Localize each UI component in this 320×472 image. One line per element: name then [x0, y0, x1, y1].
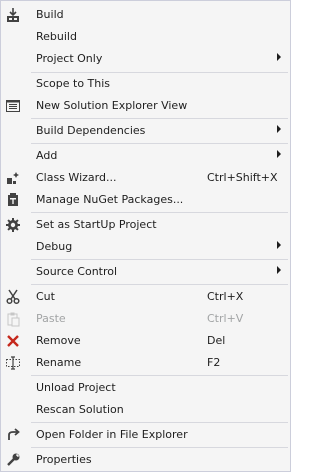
- menu-item-shortcut: Ctrl+V: [207, 312, 244, 325]
- submenu-arrow-icon: [277, 266, 281, 274]
- remove-x-icon: [5, 333, 21, 349]
- menu-item-label: Rename: [36, 356, 82, 369]
- menu-item-shortcut: Ctrl+X: [207, 290, 244, 303]
- build-icon: [5, 7, 21, 23]
- menu-item-label: Remove: [36, 334, 81, 347]
- menu-item-rescan-solution[interactable]: Rescan Solution: [1, 399, 290, 421]
- scissors-icon: [5, 289, 21, 305]
- menu-item-properties[interactable]: Properties: [1, 449, 290, 471]
- menu-item-label: Build Dependencies: [36, 124, 146, 137]
- new-solution-explorer-view-icon: [5, 98, 21, 114]
- menu-item-build-dependencies[interactable]: Build Dependencies: [1, 120, 290, 142]
- separator: [31, 143, 288, 144]
- menu-item-cut[interactable]: Cut Ctrl+X: [1, 286, 290, 308]
- menu-item-label: Rebuild: [36, 30, 77, 43]
- menu-item-paste: Paste Ctrl+V: [1, 308, 290, 330]
- menu-item-label: Unload Project: [36, 381, 116, 394]
- nuget-package-icon: [5, 192, 21, 208]
- rename-icon: [5, 355, 21, 371]
- menu-item-rename[interactable]: Rename F2: [1, 352, 290, 374]
- wrench-icon: [5, 452, 21, 468]
- menu-item-label: Project Only: [36, 52, 103, 65]
- menu-item-build[interactable]: Build: [1, 4, 290, 26]
- menu-item-label: Add: [36, 149, 58, 162]
- context-menu: Build Rebuild Project Only Scope to This…: [0, 0, 291, 472]
- menu-item-label: Debug: [36, 240, 73, 253]
- menu-item-shortcut: Del: [207, 334, 226, 347]
- submenu-arrow-icon: [277, 150, 281, 158]
- menu-item-label: Paste: [36, 312, 66, 325]
- menu-item-source-control[interactable]: Source Control: [1, 261, 290, 283]
- paste-icon: [5, 311, 21, 327]
- menu-item-new-solution-explorer-view[interactable]: New Solution Explorer View: [1, 95, 290, 117]
- menu-item-shortcut: F2: [207, 356, 221, 369]
- menu-item-label: Set as StartUp Project: [36, 218, 157, 231]
- menu-item-set-as-startup-project[interactable]: Set as StartUp Project: [1, 214, 290, 236]
- submenu-arrow-icon: [277, 53, 281, 61]
- menu-item-label: Build: [36, 8, 64, 21]
- class-wizard-icon: [5, 170, 21, 186]
- separator: [31, 118, 288, 119]
- menu-item-label: New Solution Explorer View: [36, 99, 188, 112]
- menu-item-class-wizard[interactable]: Class Wizard... Ctrl+Shift+X: [1, 167, 290, 189]
- menu-item-label: Rescan Solution: [36, 403, 124, 416]
- menu-item-manage-nuget-packages[interactable]: Manage NuGet Packages...: [1, 189, 290, 211]
- menu-item-project-only[interactable]: Project Only: [1, 48, 290, 70]
- menu-item-label: Manage NuGet Packages...: [36, 193, 184, 206]
- open-folder-arrow-icon: [5, 427, 21, 443]
- menu-item-rebuild[interactable]: Rebuild: [1, 26, 290, 48]
- menu-item-label: Source Control: [36, 265, 118, 278]
- menu-item-open-folder-in-file-explorer[interactable]: Open Folder in File Explorer: [1, 424, 290, 446]
- menu-item-scope-to-this[interactable]: Scope to This: [1, 73, 290, 95]
- menu-item-shortcut: Ctrl+Shift+X: [207, 171, 278, 184]
- menu-item-add[interactable]: Add: [1, 145, 290, 167]
- menu-item-remove[interactable]: Remove Del: [1, 330, 290, 352]
- menu-item-label: Open Folder in File Explorer: [36, 428, 188, 441]
- menu-item-label: Scope to This: [36, 77, 111, 90]
- menu-item-label: Properties: [36, 453, 92, 466]
- gear-icon: [5, 217, 21, 233]
- menu-item-debug[interactable]: Debug: [1, 236, 290, 258]
- separator: [31, 284, 288, 285]
- submenu-arrow-icon: [277, 241, 281, 249]
- menu-item-label: Cut: [36, 290, 55, 303]
- separator: [31, 422, 288, 423]
- separator: [31, 375, 288, 376]
- separator: [31, 212, 288, 213]
- menu-item-unload-project[interactable]: Unload Project: [1, 377, 290, 399]
- menu-item-label: Class Wizard...: [36, 171, 117, 184]
- submenu-arrow-icon: [277, 125, 281, 133]
- separator: [31, 447, 288, 448]
- separator: [31, 259, 288, 260]
